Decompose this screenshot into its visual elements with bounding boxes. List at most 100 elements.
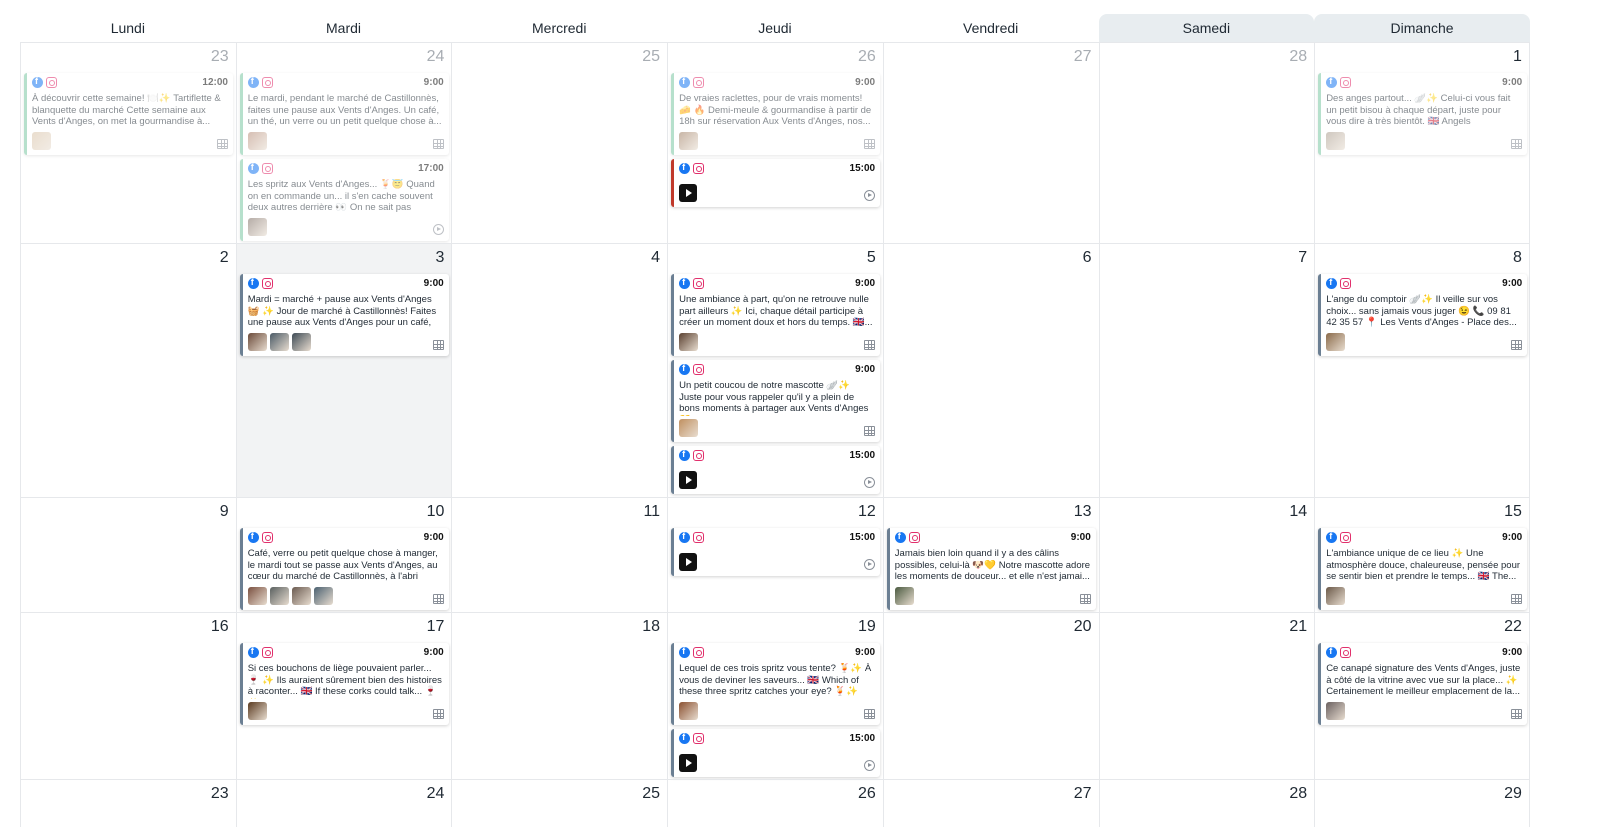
day-cell[interactable]: 20 [882,613,1099,779]
day-cell[interactable]: 25 [451,780,667,827]
scheduled-post-card[interactable]: 15:00 [671,729,881,777]
day-cell[interactable]: 23 12:00 À découvrir cette semaine! 🍽️✨ Ta… [20,43,236,243]
media-thumbnail[interactable] [247,587,267,605]
post-media [679,419,699,437]
day-number: 24 [426,48,445,65]
platform-icons [679,646,705,658]
weekday-header-6: Dimanche [1314,14,1530,42]
day-cell[interactable]: 14 [1098,498,1315,612]
day-cell[interactable]: 4 [451,244,667,497]
post-media [1326,702,1346,720]
day-cell[interactable]: 24 9:00 Le mardi, pendant le marché de Cas… [235,43,452,243]
day-cell[interactable]: 2 [20,244,236,497]
day-cell[interactable]: 25 [451,43,667,243]
media-thumbnail[interactable] [247,218,267,236]
scheduled-post-card[interactable]: 9:00 Jamais bien loin quand il y a des câ… [886,528,1096,610]
day-cell[interactable]: 27 [882,43,1099,243]
media-thumbnail[interactable] [313,587,333,605]
grid-icon [432,139,444,149]
day-cell[interactable]: 10 9:00 Café, verre ou petit quelque chose… [235,498,452,612]
day-cell[interactable]: 18 [451,613,667,779]
media-thumbnail[interactable] [1326,587,1346,605]
media-thumbnail[interactable] [1326,132,1346,150]
facebook-icon [679,531,691,543]
day-cell[interactable]: 16 [20,613,236,779]
day-cell[interactable]: 27 [882,780,1099,827]
video-play-icon[interactable] [679,553,698,571]
day-cell[interactable]: 12 15:00 [667,498,883,612]
post-time: 15:00 [849,450,876,461]
scheduled-post-card[interactable]: 9:00 Des anges partout... 🪽✨ Celui-ci vou… [1318,73,1528,155]
day-cell[interactable]: 9 [20,498,236,612]
day-cell[interactable]: 21 [1098,613,1315,779]
day-cell[interactable]: 26 [667,780,883,827]
day-cell[interactable]: 23 [20,780,236,827]
scheduled-post-card[interactable]: 9:00 Un petit coucou de notre mascotte 🪽✨… [671,360,881,442]
day-cell[interactable]: 7 [1098,244,1315,497]
grid-icon [432,709,444,719]
media-thumbnail[interactable] [291,333,311,351]
facebook-icon [247,76,259,88]
scheduled-post-card[interactable]: 9:00 De vraies raclettes, pour de vrais m… [671,73,881,155]
day-cell[interactable]: 19 9:00 Lequel de ces trois spritz vous te… [667,613,883,779]
platform-icons [1326,277,1352,289]
media-thumbnail[interactable] [269,333,289,351]
scheduled-post-card[interactable]: 9:00 Lequel de ces trois spritz vous tent… [671,643,881,725]
day-cell[interactable]: 28 [1098,780,1315,827]
video-play-icon[interactable] [679,754,698,772]
media-thumbnail[interactable] [247,132,267,150]
day-cell[interactable]: 24 [235,780,452,827]
day-cell[interactable]: 22 9:00 Ce canapé signature des Vents d'An… [1314,613,1530,779]
media-thumbnail[interactable] [291,587,311,605]
grid-icon [864,709,876,719]
media-thumbnail[interactable] [269,587,289,605]
media-thumbnail[interactable] [679,132,699,150]
day-number: 24 [426,785,445,802]
scheduled-post-card[interactable]: 12:00 À découvrir cette semaine! 🍽️✨ Tart… [24,73,233,155]
day-cell[interactable]: 29 [1314,780,1530,827]
scheduled-post-card[interactable]: 9:00 Si ces bouchons de liège pouvaient p… [239,643,449,725]
media-thumbnail[interactable] [679,702,699,720]
day-cell[interactable]: 5 9:00 Une ambiance à part, qu'on ne retro… [667,244,883,497]
scheduled-post-card[interactable]: 9:00 L'ambiance unique de ce lieu ✨ Une a… [1318,528,1528,610]
day-cell[interactable]: 28 [1098,43,1315,243]
day-cell[interactable]: 6 [882,244,1099,497]
facebook-icon [679,76,691,88]
media-thumbnail[interactable] [894,587,914,605]
day-cell[interactable]: 3 9:00 Mardi = marché + pause aux Vents d'… [235,244,452,497]
media-thumbnail[interactable] [32,132,51,150]
day-number: 29 [1504,785,1522,802]
day-cell[interactable]: 13 9:00 Jamais bien loin quand il y a des … [882,498,1099,612]
media-thumbnail[interactable] [1326,702,1346,720]
platform-icons [894,531,920,543]
media-thumbnail[interactable] [679,333,699,351]
scheduled-post-card[interactable]: 15:00 [671,446,881,494]
day-cell[interactable]: 8 9:00 L'ange du comptoir 🪽✨ Il veille sur… [1314,244,1530,497]
day-cell[interactable]: 11 [451,498,667,612]
platform-icons [679,277,705,289]
post-time: 9:00 [855,278,876,289]
scheduled-post-card[interactable]: 9:00 Mardi = marché + pause aux Vents d'A… [239,274,449,356]
platform-icons [679,162,705,174]
media-thumbnail[interactable] [247,333,267,351]
media-thumbnail[interactable] [1326,333,1346,351]
scheduled-post-card[interactable]: 9:00 Ce canapé signature des Vents d'Ange… [1318,643,1528,725]
scheduled-post-card[interactable]: 9:00 Café, verre ou petit quelque chose à… [239,528,449,610]
day-cell[interactable]: 26 9:00 De vraies raclettes, pour de vrais… [667,43,883,243]
scheduled-post-card[interactable]: 9:00 L'ange du comptoir 🪽✨ Il veille sur … [1318,274,1528,356]
scheduled-post-card[interactable]: 9:00 Le mardi, pendant le marché de Casti… [239,73,449,155]
media-thumbnail[interactable] [247,702,267,720]
post-time: 15:00 [849,733,876,744]
video-play-icon[interactable] [679,184,698,202]
scheduled-post-card[interactable]: 9:00 Une ambiance à part, qu'on ne retrou… [671,274,881,356]
day-cell[interactable]: 17 9:00 Si ces bouchons de liège pouvaient… [235,613,452,779]
day-cell[interactable]: 15 9:00 L'ambiance unique de ce lieu ✨ Une… [1314,498,1530,612]
post-caption: L'ange du comptoir 🪽✨ Il veille sur vos … [1326,294,1517,329]
scheduled-post-card[interactable]: 15:00 [671,528,881,576]
scheduled-post-card[interactable]: 15:00 [671,159,881,207]
scheduled-post-card[interactable]: 17:00 Les spritz aux Vents d'Anges... 🍹😇 … [239,159,449,241]
day-cell[interactable]: 1 9:00 Des anges partout... 🪽✨ Celui-ci vo… [1314,43,1530,243]
media-thumbnail[interactable] [679,419,699,437]
post-media [679,184,698,202]
video-play-icon[interactable] [679,471,698,489]
